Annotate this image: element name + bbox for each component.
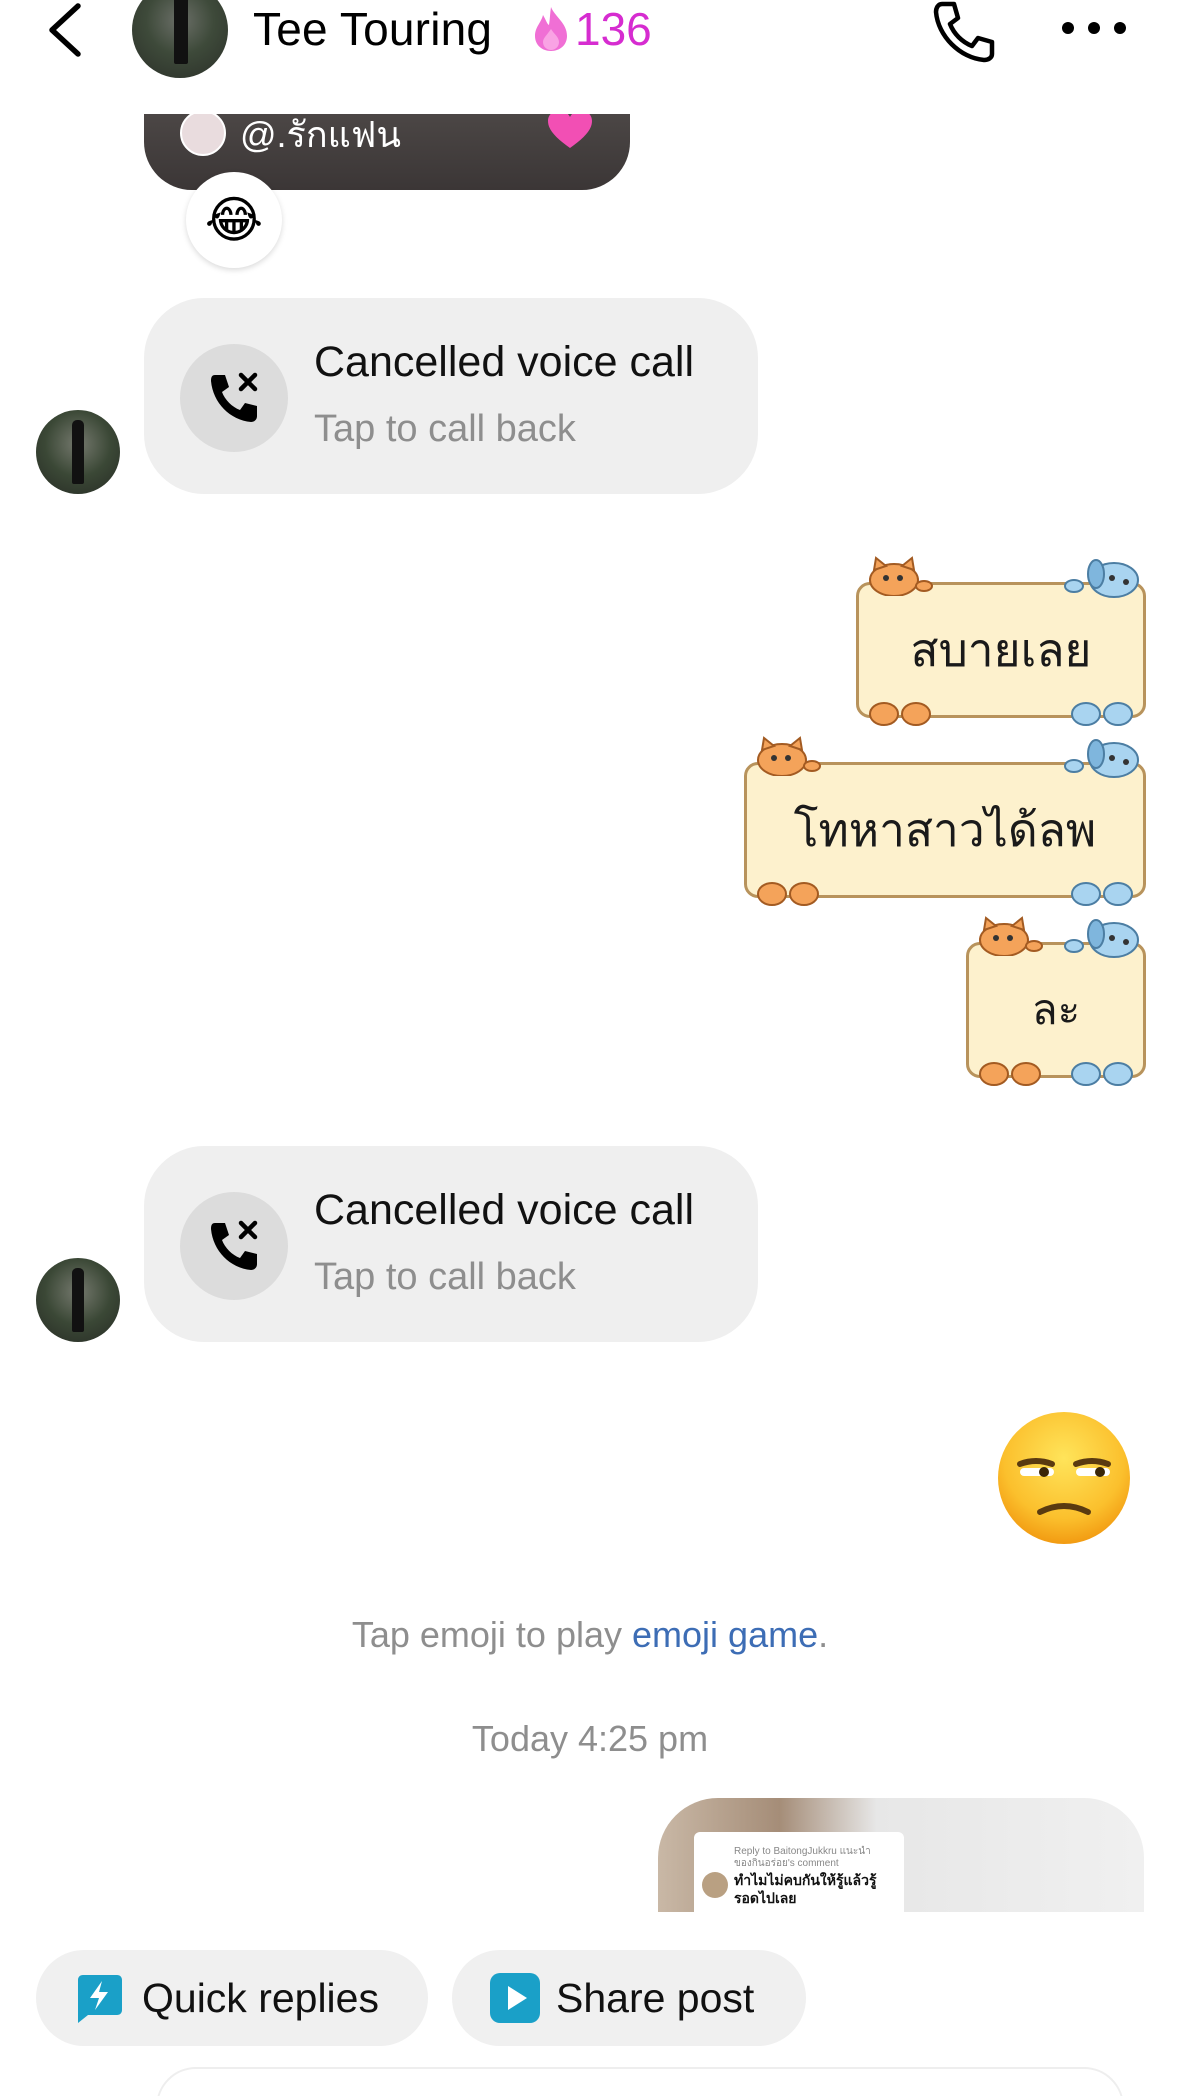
sender-avatar[interactable] [36, 410, 120, 494]
chat-header: Tee Touring 136 [0, 0, 1180, 114]
dog-paws-icon [1071, 1062, 1133, 1086]
call-message[interactable]: Cancelled voice call Tap to call back [144, 298, 758, 494]
call-icon-wrap [180, 344, 288, 452]
bottom-actions: Quick replies Share post [0, 1912, 1180, 2096]
shared-post-mention: @.รักแฟน [240, 114, 401, 155]
call-back-hint[interactable]: Tap to call back [314, 408, 576, 451]
emoji-game-link[interactable]: emoji game [632, 1614, 818, 1655]
call-icon-wrap [180, 1192, 288, 1300]
fire-icon [535, 7, 567, 51]
timestamp: Today 4:25 pm [471, 1718, 709, 1759]
commenter-avatar [702, 1872, 728, 1898]
more-dot [1062, 22, 1074, 34]
lightning-bolt-icon [78, 1975, 122, 2023]
sticker-message[interactable]: ละ [966, 916, 1146, 1086]
cat-paws-icon [979, 1062, 1041, 1086]
sticker-text: ละ [1031, 985, 1081, 1034]
chevron-left-icon [49, 3, 81, 57]
more-dot [1114, 22, 1126, 34]
call-back-hint[interactable]: Tap to call back [314, 1256, 576, 1299]
heart-icon [548, 110, 592, 148]
message-composer[interactable] [156, 2067, 1124, 2096]
call-title: Cancelled voice call [314, 1186, 695, 1234]
sticker-text: โทหาสาวได้ลพ [793, 802, 1097, 857]
sticker-text: สบายเลย [910, 622, 1092, 677]
shared-post-avatar [180, 110, 226, 156]
dog-paws-icon [1071, 702, 1133, 726]
streak-count: 136 [575, 3, 652, 55]
back-button[interactable] [40, 0, 96, 62]
comment-text: ทำไมไม่คบกันให้รู้แล้วรู้รอดไปเลย [734, 1873, 877, 1907]
reply-label-2: ของกินอร่อย's comment [734, 1858, 839, 1869]
voice-call-button[interactable] [928, 0, 998, 64]
shared-reel-preview[interactable]: Reply to BaitongJukkru แนะนำ ของกินอร่อย… [658, 1798, 1144, 1912]
dog-icon [1064, 739, 1139, 778]
contact-name[interactable]: Tee Touring [253, 2, 492, 56]
cat-icon [979, 916, 1043, 956]
reaction-emoji[interactable]: 😂 [186, 172, 282, 268]
dog-icon [1064, 919, 1139, 958]
emoji-game-hint: Tap emoji to play emoji game. [0, 1614, 1180, 1656]
cat-paws-icon [757, 882, 819, 906]
cat-icon [869, 556, 933, 596]
missed-call-icon [211, 1220, 258, 1270]
quick-replies-button[interactable]: Quick replies [36, 1950, 428, 2046]
cat-icon [757, 736, 821, 776]
streak-badge: 136 [529, 2, 652, 56]
call-message[interactable]: Cancelled voice call Tap to call back [144, 1146, 758, 1342]
more-dot [1088, 22, 1100, 34]
hint-period: . [818, 1614, 829, 1655]
sender-avatar[interactable] [36, 1258, 120, 1342]
unamused-face-icon[interactable] [994, 1408, 1134, 1548]
sticker-message[interactable]: โทหาสาวได้ลพ [744, 736, 1146, 906]
contact-avatar[interactable] [132, 0, 228, 78]
dog-icon [1064, 559, 1139, 598]
hint-text: Tap emoji to play [351, 1614, 633, 1655]
share-post-button[interactable]: Share post [452, 1950, 806, 2046]
missed-call-icon [211, 372, 258, 422]
more-options-button[interactable] [1062, 22, 1126, 36]
call-title: Cancelled voice call [314, 338, 695, 386]
cat-paws-icon [869, 702, 931, 726]
quick-replies-label: Quick replies [142, 1974, 379, 2021]
comment-reply-card: Reply to BaitongJukkru แนะนำ ของกินอร่อย… [694, 1832, 904, 1912]
phone-icon [933, 1, 995, 63]
play-icon [490, 1973, 540, 2023]
dog-paws-icon [1071, 882, 1133, 906]
share-post-label: Share post [556, 1974, 755, 2021]
sticker-message[interactable]: สบายเลย [856, 556, 1146, 726]
